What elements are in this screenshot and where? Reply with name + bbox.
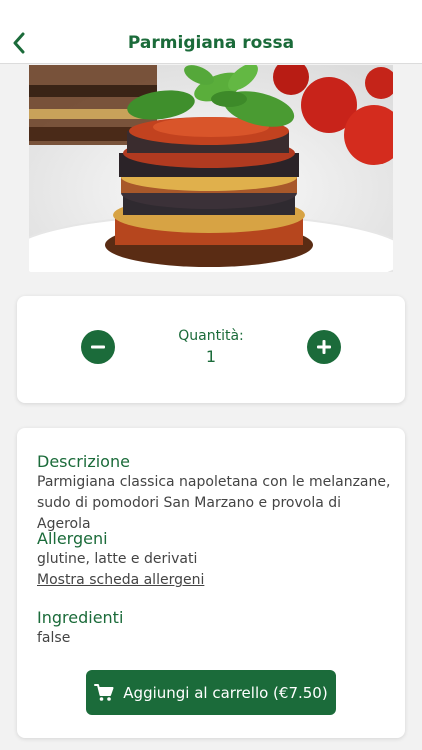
decrease-quantity-button[interactable]	[81, 330, 115, 364]
allergens-sheet-link[interactable]: Mostra scheda allergeni	[37, 572, 204, 588]
increase-quantity-button[interactable]	[307, 330, 341, 364]
cart-icon	[94, 683, 114, 701]
allergens-text: glutine, latte e derivati	[37, 551, 198, 567]
ingredients-text: false	[37, 630, 71, 646]
quantity-label: Quantità:	[178, 328, 244, 344]
plus-icon	[317, 340, 331, 354]
ingredients-title: Ingredienti	[37, 608, 124, 627]
quantity-value: 1	[205, 347, 217, 366]
description-text: Parmigiana classica napoletana con le me…	[37, 474, 391, 532]
description-title: Descrizione	[37, 452, 130, 471]
page-title: Parmigiana rossa	[127, 33, 295, 53]
nav-bar: Parmigiana rossa	[0, 0, 422, 64]
add-to-cart-label: Aggiungi al carrello (€7.50)	[123, 683, 328, 702]
allergens-title: Allergeni	[37, 529, 108, 548]
dish-image	[29, 65, 393, 272]
add-to-cart-button[interactable]: Aggiungi al carrello (€7.50)	[86, 670, 336, 715]
quantity-card: Quantità: 1	[17, 296, 405, 403]
minus-icon	[91, 345, 105, 349]
details-card: Descrizione Parmigiana classica napoleta…	[17, 428, 405, 738]
